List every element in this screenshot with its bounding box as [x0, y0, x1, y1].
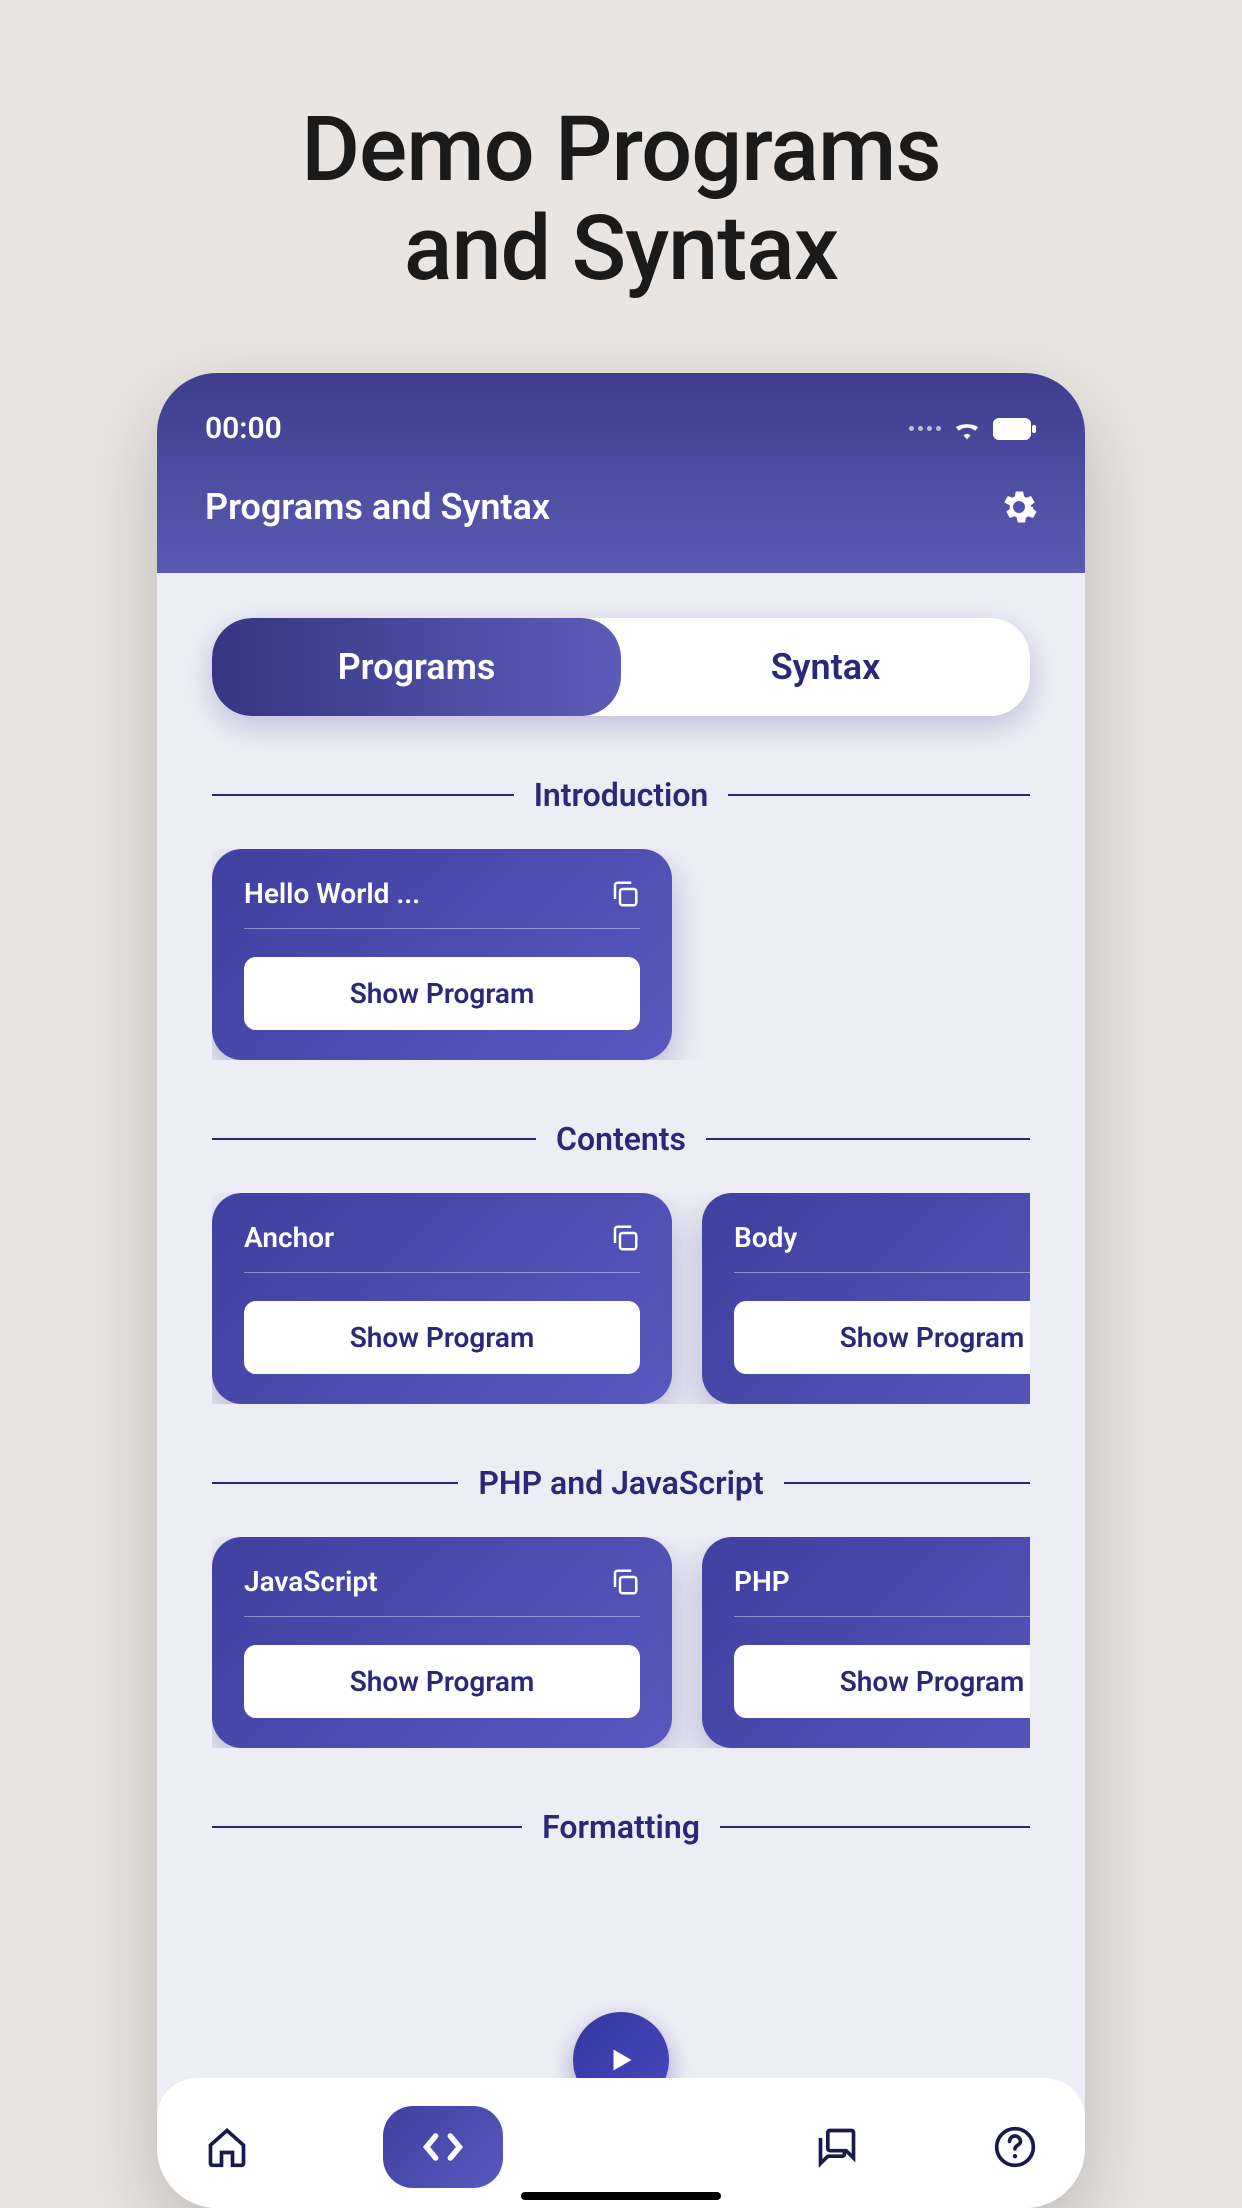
app-title: Programs and Syntax: [205, 486, 550, 528]
status-bar: 00:00: [205, 411, 1037, 446]
copy-icon[interactable]: [610, 879, 640, 909]
status-icons: [909, 418, 1037, 440]
status-time: 00:00: [205, 411, 282, 446]
cards-row: Hello World ... Show Program: [212, 849, 1030, 1060]
card-header: Body: [734, 1221, 1030, 1273]
card-title: Body: [734, 1221, 797, 1254]
card-header: JavaScript: [244, 1565, 640, 1617]
promo-line1: Demo Programs: [301, 97, 940, 202]
card-title: PHP: [734, 1565, 790, 1598]
program-card[interactable]: JavaScript Show Program: [212, 1537, 672, 1748]
cards-row: Anchor Show Program Body Show Progr: [212, 1193, 1030, 1404]
section-title: Introduction: [212, 776, 1030, 814]
tab-programs[interactable]: Programs: [212, 618, 621, 716]
bottom-nav: [157, 2078, 1085, 2208]
settings-button[interactable]: [1001, 489, 1037, 525]
section-title: Formatting: [212, 1808, 1030, 1846]
show-program-button[interactable]: Show Program: [244, 1301, 640, 1374]
section-title: PHP and JavaScript: [212, 1464, 1030, 1502]
card-header: Anchor: [244, 1221, 640, 1273]
show-program-button[interactable]: Show Program: [244, 1645, 640, 1718]
show-program-button[interactable]: Show Program: [244, 957, 640, 1030]
content-area: Programs Syntax Introduction Hello World…: [157, 573, 1085, 2208]
nav-home[interactable]: [205, 2125, 249, 2169]
program-card[interactable]: Body Show Program: [702, 1193, 1030, 1404]
card-title: Anchor: [244, 1221, 334, 1254]
card-header: PHP: [734, 1565, 1030, 1617]
nav-help[interactable]: [993, 2125, 1037, 2169]
card-title: Hello World ...: [244, 877, 420, 910]
section-contents: Contents Anchor Show Program Body: [212, 1120, 1030, 1404]
nav-chat[interactable]: [815, 2125, 859, 2169]
home-indicator: [521, 2192, 721, 2200]
tab-syntax[interactable]: Syntax: [621, 618, 1030, 716]
copy-icon[interactable]: [610, 1223, 640, 1253]
nav-code[interactable]: [383, 2106, 503, 2188]
section-title: Contents: [212, 1120, 1030, 1158]
promo-line2: and Syntax: [404, 196, 838, 301]
card-header: Hello World ...: [244, 877, 640, 929]
program-card[interactable]: Hello World ... Show Program: [212, 849, 672, 1060]
cards-row: JavaScript Show Program PHP Show Pr: [212, 1537, 1030, 1748]
copy-icon[interactable]: [610, 1567, 640, 1597]
device-frame: 00:00 Programs and Syntax Programs Synta…: [157, 373, 1085, 2208]
segmented-control: Programs Syntax: [212, 618, 1030, 716]
promo-title: Demo Programs and Syntax: [301, 100, 940, 298]
status-header: 00:00 Programs and Syntax: [157, 373, 1085, 573]
show-program-button[interactable]: Show Program: [734, 1301, 1030, 1374]
signal-icon: [909, 426, 941, 431]
program-card[interactable]: Anchor Show Program: [212, 1193, 672, 1404]
card-title: JavaScript: [244, 1565, 378, 1598]
program-card[interactable]: PHP Show Program: [702, 1537, 1030, 1748]
section-php-js: PHP and JavaScript JavaScript Show Progr…: [212, 1464, 1030, 1748]
section-formatting: Formatting: [212, 1808, 1030, 1846]
section-introduction: Introduction Hello World ... Show Progra…: [212, 776, 1030, 1060]
app-bar: Programs and Syntax: [205, 486, 1037, 528]
battery-icon: [993, 418, 1037, 440]
show-program-button[interactable]: Show Program: [734, 1645, 1030, 1718]
wifi-icon: [953, 418, 981, 440]
